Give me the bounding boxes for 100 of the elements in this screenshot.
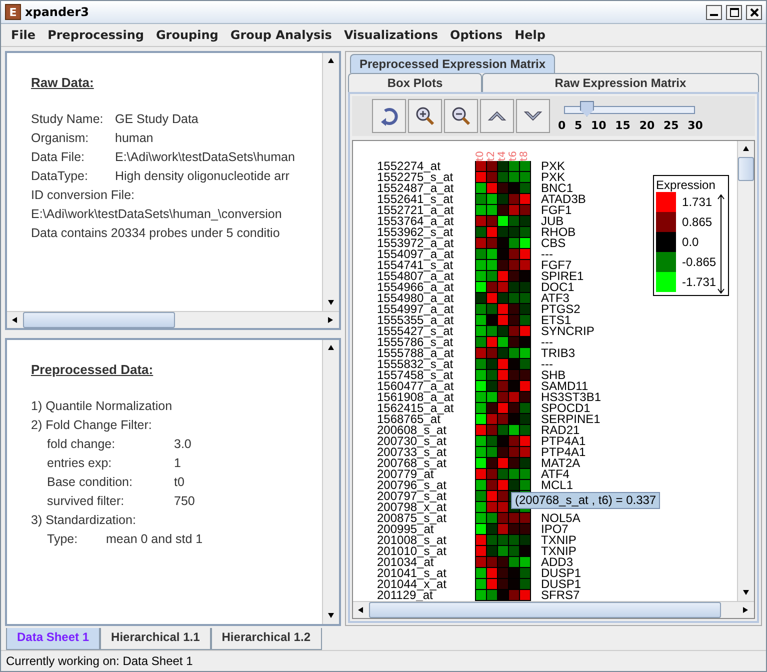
probe-label: 1552721_a_at bbox=[377, 205, 455, 216]
probe-label: 200796_s_at bbox=[377, 480, 448, 491]
gene-label: RHOB bbox=[541, 227, 576, 238]
gene-label: HS3ST3B1 bbox=[541, 392, 602, 403]
tick-label: 20 bbox=[639, 118, 655, 132]
tick-label: 5 bbox=[574, 118, 582, 132]
field-label: ID conversion File: bbox=[31, 188, 136, 204]
section-heading: Preprocessed Data: bbox=[31, 362, 154, 377]
gene-label: MAT2A bbox=[541, 458, 580, 469]
legend-value: 0.0 bbox=[682, 235, 699, 249]
gene-label: PTGS2 bbox=[541, 304, 580, 315]
probe-label: 1561908_a_at bbox=[377, 392, 455, 403]
probe-label: 1562415_a_at bbox=[377, 403, 455, 414]
field-label: Data File: bbox=[31, 150, 86, 166]
tick-label: 25 bbox=[663, 118, 679, 132]
probe-label: 200995_at bbox=[377, 524, 434, 535]
gene-label: ATAD3B bbox=[541, 194, 586, 205]
probe-label: 1553764_a_at bbox=[377, 216, 455, 227]
probe-label: 201008_s_at bbox=[377, 535, 448, 546]
gene-label: RAD21 bbox=[541, 425, 580, 436]
gene-label: --- bbox=[541, 359, 553, 370]
field-value: High density oligonucleotide arr bbox=[115, 169, 290, 185]
column-header: t2 bbox=[486, 150, 497, 161]
gene-label: FGF1 bbox=[541, 205, 572, 216]
probe-label: 1568765_at bbox=[377, 414, 440, 425]
tick-label: 0 bbox=[558, 118, 566, 132]
gene-label: DOC1 bbox=[541, 282, 574, 293]
legend-value: -1.731 bbox=[682, 275, 716, 289]
field-label: Type: bbox=[47, 532, 79, 548]
gene-label: SYNCRIP bbox=[541, 326, 594, 337]
gene-label: DUSP1 bbox=[541, 579, 582, 590]
probe-label: 1555786_s_at bbox=[377, 337, 454, 348]
status-bar: Currently working on: Data Sheet 1 bbox=[1, 650, 766, 671]
tooltip: (200768_s_at , t6) = 0.337 bbox=[511, 492, 660, 509]
app-icon: E bbox=[5, 4, 21, 20]
field-label: DataType: bbox=[31, 169, 89, 185]
probe-label: 1555832_s_at bbox=[377, 359, 454, 370]
probe-label: 1554980_a_at bbox=[377, 293, 455, 304]
legend-value: -0.865 bbox=[682, 255, 716, 269]
probe-label: 1555788_a_at bbox=[377, 348, 455, 359]
probe-label: 1552274_at bbox=[377, 161, 440, 172]
gene-label: ATF4 bbox=[541, 469, 570, 480]
field-value: GE Study Data bbox=[115, 112, 198, 128]
probe-label: 1554997_a_at bbox=[377, 304, 455, 315]
field-value: 3.0 bbox=[174, 436, 192, 453]
field-value: Data contains 20334 probes under 5 conditio bbox=[31, 226, 280, 242]
probe-label: 200797_s_at bbox=[377, 491, 448, 502]
legend-title: Expression bbox=[656, 178, 716, 192]
gene-label: --- bbox=[541, 337, 553, 348]
gene-label: SAMD11 bbox=[541, 381, 588, 392]
probe-label: 1554966_a_at bbox=[377, 282, 455, 293]
probe-label: 1552275_s_at bbox=[377, 172, 454, 183]
window-title: xpander3 bbox=[25, 5, 90, 19]
column-header: t0 bbox=[475, 150, 486, 161]
probe-label: 1555427_s_at bbox=[377, 326, 454, 337]
probe-label: 201044_x_at bbox=[377, 579, 448, 590]
gene-label: ETS1 bbox=[541, 315, 572, 326]
field-label: Base condition: bbox=[47, 474, 134, 491]
gene-label: TXNIP bbox=[541, 535, 576, 546]
column-header: t8 bbox=[519, 150, 530, 161]
probe-label: 200875_s_at bbox=[377, 513, 448, 524]
probe-label: 201041_s_at bbox=[377, 568, 448, 579]
gene-label: PXK bbox=[541, 161, 566, 172]
step-text: 3) Standardization: bbox=[31, 512, 136, 529]
gene-label: BNC1 bbox=[541, 183, 574, 194]
probe-label: 1554741_s_at bbox=[377, 260, 454, 271]
gene-label: PTP4A1 bbox=[541, 436, 586, 447]
step-text: 1) Quantile Normalization bbox=[31, 398, 172, 415]
gene-label: MCL1 bbox=[541, 480, 574, 491]
gene-label: ATF3 bbox=[541, 293, 570, 304]
probe-label: 200798_x_at bbox=[377, 502, 448, 513]
field-label: entries exp: bbox=[47, 456, 113, 472]
gene-label: TXNIP bbox=[541, 546, 576, 557]
probe-label: 1553972_a_at bbox=[377, 238, 455, 249]
probe-label: 201010_s_at bbox=[377, 546, 448, 557]
probe-label: 1557458_s_at bbox=[377, 370, 454, 381]
field-value: E:\Adi\work\testDataSets\human bbox=[115, 150, 295, 166]
probe-label: 1553962_s_at bbox=[377, 227, 454, 238]
field-value: t0 bbox=[174, 474, 184, 491]
tick-label: 30 bbox=[688, 118, 703, 132]
probe-label: 200768_s_at bbox=[377, 458, 448, 469]
tick-label: 10 bbox=[591, 118, 606, 132]
field-value: 1 bbox=[174, 456, 181, 472]
gene-label: TRIB3 bbox=[541, 348, 576, 359]
probe-label: 200733_s_at bbox=[377, 447, 448, 458]
gene-label: SPOCD1 bbox=[541, 403, 590, 414]
probe-label: 201034_at bbox=[377, 557, 434, 568]
column-header: t4 bbox=[497, 150, 508, 161]
gene-label: FGF7 bbox=[541, 260, 572, 271]
gene-label: PTP4A1 bbox=[541, 447, 586, 458]
probe-label: 1554097_a_at bbox=[377, 249, 455, 260]
probe-label: 1555355_a_at bbox=[377, 315, 455, 326]
field-value: E:\Adi\work\testDataSets\human_\conversion bbox=[31, 207, 282, 223]
gene-label: JUB bbox=[541, 216, 564, 227]
probe-label: 1552641_s_at bbox=[377, 194, 454, 205]
probe-label: 1552487_a_at bbox=[377, 183, 455, 194]
tick-label: 15 bbox=[615, 118, 630, 132]
probe-label: 200779_at bbox=[377, 469, 434, 480]
legend-value: 1.731 bbox=[682, 195, 712, 209]
field-value: 750 bbox=[174, 494, 195, 510]
